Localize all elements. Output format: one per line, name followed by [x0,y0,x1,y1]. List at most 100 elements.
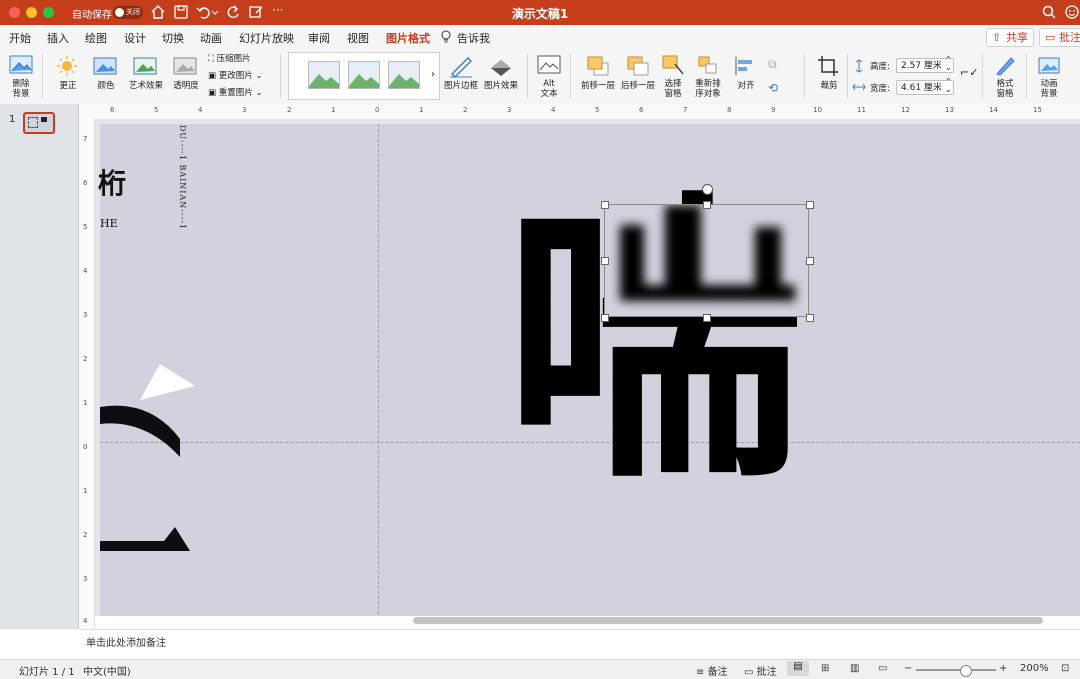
tell-me-box[interactable]: 告诉我 [457,30,490,46]
smiley-icon[interactable] [1064,4,1080,20]
slideshow-view-icon[interactable]: ▭ [878,663,887,674]
resize-handle-top-left[interactable] [601,201,609,209]
resize-handle-bottom-right[interactable] [806,314,814,322]
tab-animations[interactable]: 动画 [200,30,222,46]
picture-style-2[interactable] [348,61,380,89]
transparency-button[interactable]: 透明度 [168,54,204,91]
slide[interactable]: 桁 HE DU----1 BAINIAN----1 喘 [98,124,1080,616]
ruler-number: 2 [287,106,292,114]
reorder-label-1: 重新排 [695,79,721,89]
black-underline-shape[interactable] [100,527,192,557]
reorder-objects-button[interactable]: 重新排 序对象 [690,54,726,99]
tab-design[interactable]: 设计 [124,30,146,46]
picture-style-1[interactable] [308,61,340,89]
ribbon-toolbar: 删除 背景 更正 颜色 艺术效果 透明度 ⛶ 压缩图片 ▣ 更改图片 ⌄ ▣ 重… [0,49,1080,105]
selection-pane-button[interactable]: 选择 窗格 [658,54,688,99]
alt-text-button[interactable]: Alt 文本 [534,54,564,99]
resize-handle-top-right[interactable] [806,201,814,209]
crop-button[interactable]: 裁剪 [812,54,846,91]
resize-handle-top[interactable] [703,201,711,209]
vertical-guide[interactable] [378,124,379,616]
picture-style-3[interactable] [388,61,420,89]
reading-view-icon[interactable]: ▥ [850,663,859,674]
reset-picture-button[interactable]: ▣ 重置图片 ⌄ [208,86,263,100]
format-pane-button[interactable]: 格式 窗格 [990,54,1020,99]
black-curved-shape[interactable] [100,399,185,464]
animate-background-button[interactable]: 动画 背景 [1034,54,1064,99]
fit-to-window-icon[interactable]: ⊡ [1061,663,1069,674]
send-backward-icon [627,56,649,76]
color-button[interactable]: 颜色 [88,54,124,91]
reset-picture-icon: ▣ [208,88,219,98]
blurred-image-content [620,205,795,301]
resize-handle-bottom-left[interactable] [601,314,609,322]
remove-background-button[interactable]: 删除 背景 [6,54,36,99]
ruler-number: 3 [507,106,512,114]
send-backward-button[interactable]: 后移一层 [618,54,658,91]
tab-home[interactable]: 开始 [9,30,31,46]
ruler-number: 0 [83,443,88,451]
corrections-label: 更正 [59,81,77,91]
normal-view-button[interactable]: ▤ [787,661,809,676]
tab-picture-format[interactable]: 图片格式 [386,30,430,51]
ruler-number: 10 [813,106,822,114]
ruler-number: 15 [1033,106,1042,114]
resize-handle-left[interactable] [601,257,609,265]
height-icon [855,59,863,73]
resize-handle-bottom[interactable] [703,314,711,322]
bring-forward-button[interactable]: 前移一层 [578,54,618,91]
rotate-handle[interactable] [702,184,713,195]
share-button[interactable]: ⇧ 共享 [986,28,1034,47]
notes-toggle[interactable]: ≡ 备注 [696,663,728,678]
change-picture-button[interactable]: ▣ 更改图片 ⌄ [208,69,263,83]
zoom-out-button[interactable]: − [904,663,912,674]
tab-slideshow[interactable]: 幻灯片放映 [239,30,294,46]
ruler-number: 1 [83,487,88,495]
tab-review[interactable]: 审阅 [308,30,330,46]
selection-pane-icon [662,55,684,75]
zoom-in-button[interactable]: + [999,663,1007,674]
picture-styles-gallery[interactable] [288,52,440,100]
picture-effects-button[interactable]: 图片效果 [482,54,520,91]
tab-transitions[interactable]: 切换 [162,30,184,46]
tab-draw[interactable]: 绘图 [85,30,107,46]
bring-forward-label: 前移一层 [580,81,615,91]
search-icon[interactable] [1041,4,1057,20]
horizontal-scrollbar[interactable] [413,617,1043,624]
corrections-button[interactable]: 更正 [50,54,86,91]
slide-sorter-view-icon[interactable]: ⊞ [821,663,829,674]
white-triangle-shape[interactable] [140,364,196,404]
rotate-icon[interactable]: ⟲ [768,81,778,95]
language-indicator[interactable]: 中文(中国) [83,663,131,678]
notes-pane[interactable]: 单击此处添加备注 [79,629,1080,660]
width-stepper[interactable]: ⌃ ⌄ [945,78,952,94]
comment-icon: ▭ [744,667,757,678]
left-small-text[interactable]: HE [100,217,118,230]
gallery-more-chevron-icon[interactable]: › [431,69,435,80]
notes-toggle-label: 备注 [707,667,728,678]
artistic-effects-button[interactable]: 艺术效果 [126,54,166,91]
vertical-label-text[interactable]: DU----1 BAINIAN----1 [178,125,187,230]
slide-thumbnail[interactable] [23,112,55,134]
lock-aspect-ratio-icon[interactable]: ⌐✓ [960,66,978,79]
group-icon[interactable]: ⧉ [768,57,777,72]
left-character-text[interactable]: 桁 [98,162,126,202]
notes-placeholder[interactable]: 单击此处添加备注 [86,634,166,649]
tab-view[interactable]: 视图 [347,30,369,46]
compress-pictures-button[interactable]: ⛶ 压缩图片 [208,52,251,66]
zoom-slider[interactable] [916,665,996,677]
tab-insert[interactable]: 插入 [47,30,69,46]
ruler-number: 12 [901,106,910,114]
comments-button[interactable]: ▭ 批注 [1039,28,1080,47]
slide-canvas[interactable]: 桁 HE DU----1 BAINIAN----1 喘 [95,119,1080,616]
align-button[interactable]: 对齐 [728,54,764,91]
selected-picture[interactable] [604,204,809,317]
picture-border-button[interactable]: 图片边框 [442,54,480,91]
crop-label: 裁剪 [820,81,838,91]
zoom-slider-thumb[interactable] [960,665,972,677]
zoom-level[interactable]: 200% [1020,663,1049,674]
comments-toggle[interactable]: ▭ 批注 [744,663,777,678]
resize-handle-right[interactable] [806,257,814,265]
height-stepper[interactable]: ⌃ ⌄ [945,56,952,72]
align-icon [735,57,752,75]
